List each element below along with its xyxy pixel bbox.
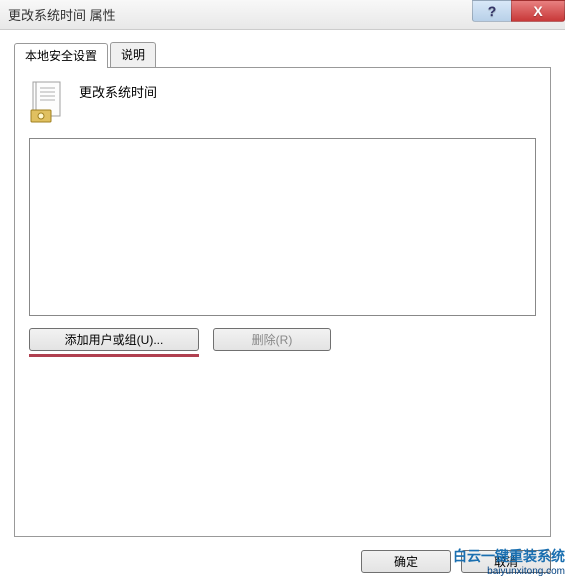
window-controls: ? X xyxy=(473,0,565,24)
help-icon: ? xyxy=(488,3,497,19)
window-title: 更改系统时间 属性 xyxy=(8,5,116,24)
titlebar: 更改系统时间 属性 ? X xyxy=(0,0,565,30)
add-user-or-group-button[interactable]: 添加用户或组(U)... xyxy=(29,328,199,351)
help-button[interactable]: ? xyxy=(472,0,512,22)
tab-strip: 本地安全设置 说明 xyxy=(14,42,551,67)
heading-row: 更改系统时间 xyxy=(29,80,536,124)
dialog-body: 本地安全设置 说明 更改系统时间 添加用户或组(U)... 删 xyxy=(0,30,565,587)
remove-button[interactable]: 删除(R) xyxy=(213,328,331,351)
close-button[interactable]: X xyxy=(511,0,565,22)
tab-panel-local-security: 更改系统时间 添加用户或组(U)... 删除(R) xyxy=(14,67,551,537)
cancel-button[interactable]: 取消 xyxy=(461,550,551,573)
policy-document-icon xyxy=(29,80,65,124)
users-groups-listbox[interactable] xyxy=(29,138,536,316)
policy-heading: 更改系统时间 xyxy=(79,80,157,101)
tab-explain[interactable]: 说明 xyxy=(110,42,156,67)
button-row: 添加用户或组(U)... 删除(R) xyxy=(29,328,536,357)
dialog-footer: 确定 取消 xyxy=(361,550,551,573)
close-icon: X xyxy=(533,3,542,19)
annotation-underline xyxy=(29,354,199,357)
tab-local-security[interactable]: 本地安全设置 xyxy=(14,43,108,68)
ok-button[interactable]: 确定 xyxy=(361,550,451,573)
